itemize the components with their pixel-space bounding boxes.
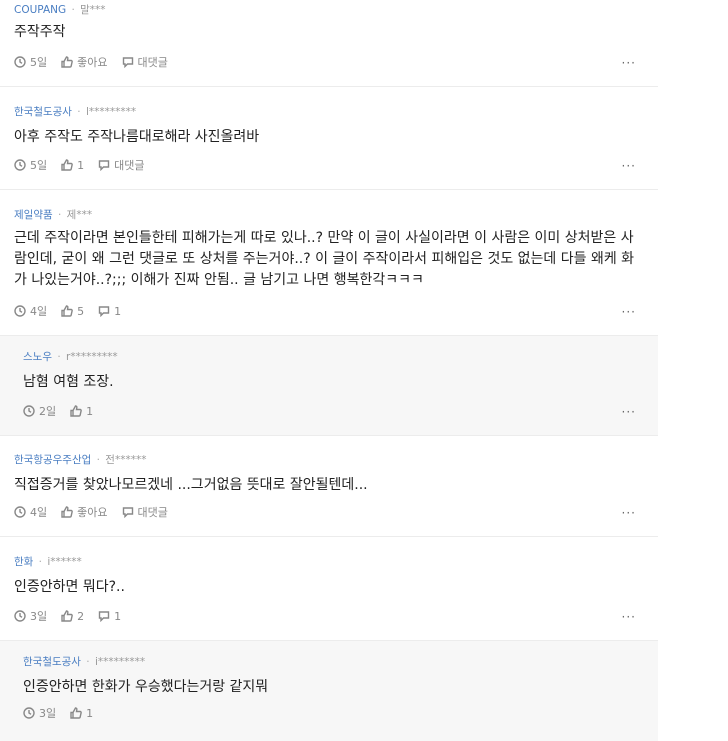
thumbs-up-icon xyxy=(61,305,73,317)
clock-icon xyxy=(23,405,35,417)
comment-meta: 스노우 · r********* xyxy=(23,351,118,363)
reply-button[interactable]: 대댓글 xyxy=(122,54,168,70)
thumbs-up-icon xyxy=(61,56,73,68)
clock-icon xyxy=(14,610,26,622)
like-button[interactable]: 2 xyxy=(61,610,84,623)
thumbs-up-icon xyxy=(61,610,73,622)
more-options-button[interactable]: ··· xyxy=(622,57,636,69)
speech-bubble-icon xyxy=(98,306,110,317)
speech-bubble-icon xyxy=(98,611,110,622)
like-button[interactable]: 좋아요 xyxy=(61,54,108,70)
thumbs-up-icon xyxy=(61,159,73,171)
company-name: 한국항공우주산업 xyxy=(14,454,92,466)
speech-bubble-icon xyxy=(122,57,133,68)
comment-meta: 한국항공우주산업 · 전****** xyxy=(14,454,147,466)
time-stamp: 4일 xyxy=(14,504,47,520)
more-options-button[interactable]: ··· xyxy=(622,406,636,418)
comment-text: 인증안하면 뭐다?.. xyxy=(14,579,125,595)
more-options-button[interactable]: ··· xyxy=(622,160,636,172)
time-stamp: 5일 xyxy=(14,54,47,70)
author-name: i****** xyxy=(47,556,82,568)
author-name: r********* xyxy=(66,351,118,363)
comment-text: 남혐 여혐 조장. xyxy=(23,374,114,390)
author-name: 제*** xyxy=(66,209,93,221)
comment-text: 아후 주작도 주작나름대로해라 사진올려바 xyxy=(14,129,260,145)
company-name: 제일약품 xyxy=(14,209,53,221)
clock-icon xyxy=(14,159,26,171)
clock-icon xyxy=(14,305,26,317)
thumbs-up-icon xyxy=(61,506,73,518)
author-name: 말*** xyxy=(80,4,106,16)
company-name: 스노우 xyxy=(23,351,52,363)
reply-button[interactable]: 대댓글 xyxy=(98,157,145,173)
company-name: COUPANG xyxy=(14,4,67,16)
reply-item: 스노우 · r********* 남혐 여혐 조장. 2일 1 ··· xyxy=(0,336,658,436)
reply-button[interactable]: 대댓글 xyxy=(122,504,168,520)
speech-bubble-icon xyxy=(122,507,133,518)
comment-text: 인증안하면 한화가 우승했다는거랑 같지뭐 xyxy=(23,679,269,695)
comment-actions: 4일 좋아요 대댓글 xyxy=(14,504,182,520)
comment-item: 제일약품 · 제*** 근데 주작이라면 본인들한테 피해가는게 따로 있나..… xyxy=(0,190,658,336)
comment-actions: 5일 1 대댓글 xyxy=(14,157,159,173)
time-stamp: 2일 xyxy=(23,403,56,419)
time-stamp: 3일 xyxy=(23,705,56,721)
clock-icon xyxy=(14,56,26,68)
comment-text: 근데 주작이라면 본인들한테 피해가는게 따로 있나..? 만약 이 글이 사실… xyxy=(14,230,635,288)
company-name: 한국철도공사 xyxy=(23,656,81,668)
comment-meta: 제일약품 · 제*** xyxy=(14,209,93,221)
more-options-button[interactable]: ··· xyxy=(622,306,636,318)
time-stamp: 3일 xyxy=(14,608,47,624)
reply-button[interactable]: 1 xyxy=(98,610,121,623)
comment-actions: 5일 좋아요 대댓글 xyxy=(14,54,182,70)
comment-list: COUPANG · 말*** 주작주작 5일 좋아요 대댓글 ··· 한국철도공… xyxy=(0,0,658,741)
thumbs-up-icon xyxy=(70,707,82,719)
comment-actions: 3일 2 1 xyxy=(14,608,135,624)
comment-meta: 한화 · i****** xyxy=(14,556,82,568)
comment-item: 한국철도공사 · l********* 아후 주작도 주작나름대로해라 사진올려… xyxy=(0,87,658,190)
time-stamp: 5일 xyxy=(14,157,47,173)
comment-item: COUPANG · 말*** 주작주작 5일 좋아요 대댓글 ··· xyxy=(0,0,658,87)
like-button[interactable]: 1 xyxy=(70,405,93,418)
comment-item: 한국항공우주산업 · 전****** 직접증거를 찾았나모르겠네 ...그거없음… xyxy=(0,436,658,537)
like-button[interactable]: 1 xyxy=(70,707,93,720)
author-name: l********* xyxy=(85,106,137,118)
comment-text: 주작주작 xyxy=(14,24,66,40)
comment-item: 한화 · i****** 인증안하면 뭐다?.. 3일 2 1 ··· xyxy=(0,537,658,641)
comment-text: 직접증거를 찾았나모르겠네 ...그거없음 뜻대로 잘안될텐데... xyxy=(14,477,368,493)
more-options-button[interactable]: ··· xyxy=(622,507,636,519)
clock-icon xyxy=(14,506,26,518)
comment-meta: 한국철도공사 · i********* xyxy=(23,656,146,668)
author-name: i********* xyxy=(94,656,146,668)
like-button[interactable]: 5 xyxy=(61,305,84,318)
reply-item: 한국철도공사 · i********* 인증안하면 한화가 우승했다는거랑 같지… xyxy=(0,641,658,741)
comment-actions: 2일 1 xyxy=(23,403,107,419)
comment-actions: 3일 1 xyxy=(23,705,107,721)
company-name: 한화 xyxy=(14,556,34,568)
comment-actions: 4일 5 1 xyxy=(14,303,135,319)
clock-icon xyxy=(23,707,35,719)
comment-meta: COUPANG · 말*** xyxy=(14,4,106,16)
thumbs-up-icon xyxy=(70,405,82,417)
time-stamp: 4일 xyxy=(14,303,47,319)
more-options-button[interactable]: ··· xyxy=(622,611,636,623)
reply-button[interactable]: 1 xyxy=(98,305,121,318)
like-button[interactable]: 1 xyxy=(61,159,84,172)
company-name: 한국철도공사 xyxy=(14,106,72,118)
author-name: 전****** xyxy=(105,454,147,466)
like-button[interactable]: 좋아요 xyxy=(61,504,108,520)
comment-meta: 한국철도공사 · l********* xyxy=(14,106,137,118)
speech-bubble-icon xyxy=(98,160,110,171)
